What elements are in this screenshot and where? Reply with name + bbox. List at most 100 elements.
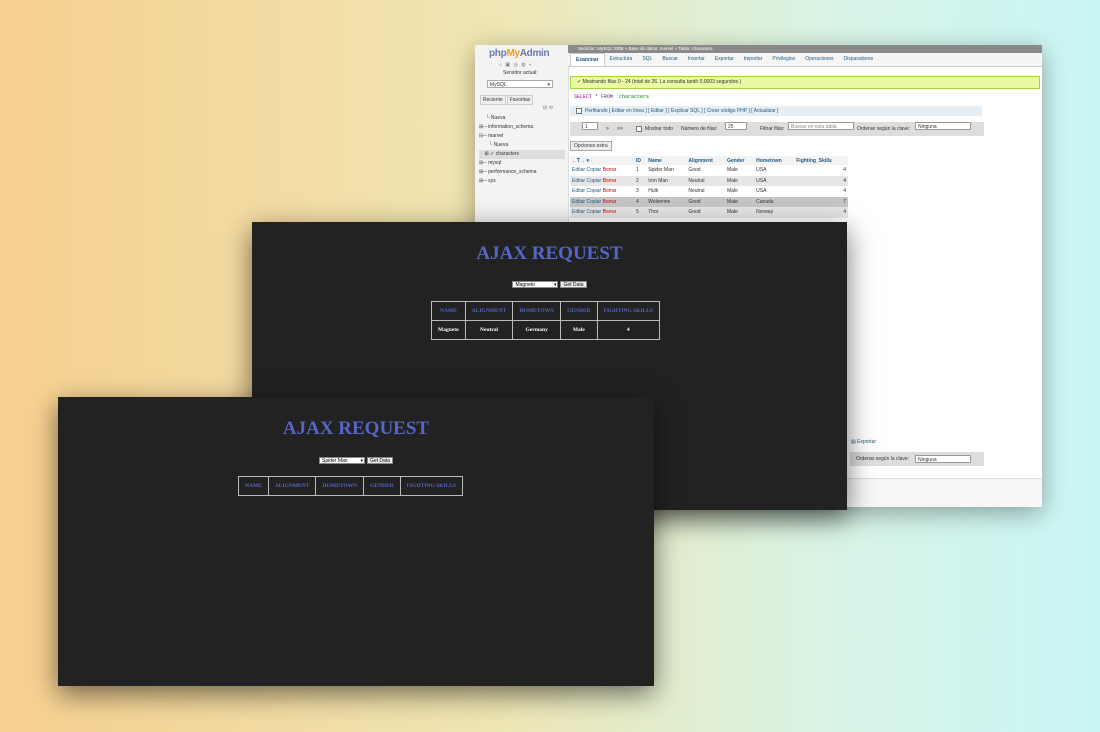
row-actions[interactable]: Editar Copiar Borrar	[570, 165, 634, 176]
tree-item[interactable]: ⊞─ performance_schema	[479, 168, 565, 177]
tree-item[interactable]: ⊞─ information_schema	[479, 123, 565, 132]
tree-item[interactable]: ⊞─ sys	[479, 177, 565, 186]
edit-link[interactable]: Editar	[572, 178, 585, 184]
cell-name: Iron Man	[646, 175, 687, 186]
tree-item[interactable]: └ Nueva	[479, 141, 565, 150]
sql-query[interactable]: SELECT * FROM `characters`	[574, 94, 652, 100]
collapse-icon[interactable]: ⊟ ⟲	[543, 105, 553, 111]
edit-link[interactable]: Editar	[572, 188, 585, 194]
copy-link[interactable]: Copiar	[586, 167, 601, 173]
copy-link[interactable]: Copiar	[586, 209, 601, 215]
col-alignment: ALIGNMENT	[267, 476, 317, 496]
tab-insertar[interactable]: Insertar	[683, 53, 710, 66]
order-label-bottom: Ordenar según la clave:	[856, 456, 910, 462]
row-actions[interactable]: Editar Copiar Borrar	[570, 186, 634, 197]
cell-name: Magneto	[431, 320, 466, 340]
copy-link[interactable]: Copiar	[586, 178, 601, 184]
col-hometown[interactable]: Hometown	[754, 156, 795, 165]
order-select[interactable]: Ninguna	[915, 122, 971, 130]
col-id[interactable]: ID	[634, 156, 647, 165]
cell-gender: Male	[724, 186, 755, 197]
col-fighting-skills: FIGHTING SKILLS	[399, 476, 464, 496]
next-page-button[interactable]: >	[606, 122, 609, 136]
cell-hometown: USA	[754, 175, 795, 186]
tab-buscar[interactable]: Buscar	[657, 53, 683, 66]
delete-link[interactable]: Borrar	[603, 188, 617, 194]
row-actions[interactable]: Editar Copiar Borrar	[570, 207, 634, 218]
logo-my: My	[506, 48, 520, 59]
table-row: Magneto Neutral Germany Male 4	[431, 320, 660, 340]
success-text: Mostrando filas 0 - 24 (total de 26. La …	[582, 79, 742, 85]
col-fighting-skills[interactable]: Fighting_Skills	[794, 156, 848, 165]
row-actions[interactable]: Editar Copiar Borrar	[570, 175, 634, 186]
tab-privilegios[interactable]: Privilegios	[767, 53, 800, 66]
cell-id: 4	[634, 196, 647, 207]
tab-recent[interactable]: Reciente	[480, 95, 506, 105]
get-data-button[interactable]: Get Data	[560, 281, 587, 288]
copy-link[interactable]: Copiar	[586, 199, 601, 205]
tree-item[interactable]: └ Nueva	[479, 114, 565, 123]
profiling-links[interactable]: Perfilando [ Editar en línea ] [ Editar …	[585, 108, 778, 114]
cell-gender: Male	[724, 207, 755, 218]
col-hometown: HOMETOWN	[512, 301, 562, 321]
tree-item[interactable]: ⊞─ mysql	[479, 159, 565, 168]
cell-hometown: Norway	[754, 207, 795, 218]
character-select[interactable]: Spider Man	[318, 457, 365, 465]
filter-input[interactable]: Buscar en esta tabla	[788, 122, 854, 130]
sql-keyword: SELECT	[574, 94, 593, 100]
tab-disparadores[interactable]: Disparadores	[839, 53, 879, 66]
checkbox[interactable]	[576, 107, 582, 114]
export-label: Exportar	[857, 439, 877, 445]
tab-operaciones[interactable]: Operaciones	[800, 53, 838, 66]
table-row: Editar Copiar Borrar 4 Wolverine Good Ma…	[570, 196, 848, 207]
get-data-button[interactable]: Get Data	[366, 457, 393, 464]
pma-logo[interactable]: phpMyAdmin	[489, 48, 550, 59]
col-name: NAME	[238, 476, 269, 496]
cell-id: 3	[634, 186, 647, 197]
edit-link[interactable]: Editar	[572, 199, 585, 205]
order-label: Ordenar según la clave:	[857, 126, 911, 132]
copy-link[interactable]: Copiar	[586, 188, 601, 194]
tab-estructura[interactable]: Estructura	[605, 53, 638, 66]
tree-item-characters[interactable]: ⊞ ✓ characters	[479, 150, 565, 159]
delete-link[interactable]: Borrar	[603, 199, 617, 205]
export-link[interactable]: ▤ Exportar	[851, 439, 876, 445]
cell-name: Spider Man	[646, 165, 687, 176]
select-all-header[interactable]: ←T→ ▾	[570, 156, 634, 165]
tab-importar[interactable]: Importar	[739, 53, 768, 66]
col-name: NAME	[431, 301, 466, 321]
row-actions[interactable]: Editar Copiar Borrar	[570, 196, 634, 207]
rows-select[interactable]: 25	[725, 122, 747, 130]
col-alignment[interactable]: Alignment	[686, 156, 725, 165]
query-controls: Spider ManGet Data	[58, 457, 654, 465]
edit-link[interactable]: Editar	[572, 209, 585, 215]
sql-table: `characters`	[616, 94, 653, 100]
tab-exportar[interactable]: Exportar	[710, 53, 739, 66]
last-page-button[interactable]: >>	[617, 122, 623, 136]
character-select[interactable]: Magneto	[512, 281, 559, 289]
edit-link[interactable]: Editar	[572, 167, 585, 173]
server-label: Servidor actual:	[503, 70, 538, 76]
tab-sql[interactable]: SQL	[637, 53, 657, 66]
page-title: AJAX REQUEST	[476, 243, 623, 264]
server-select[interactable]: MySQL	[487, 80, 553, 89]
tab-favorites[interactable]: Favoritas	[506, 95, 534, 105]
rows-label: Número de filas:	[681, 126, 718, 132]
tab-examinar[interactable]: Examinar	[570, 53, 605, 66]
home-icon[interactable]: ⌂ ▣ ◎ ◍ ◐	[499, 62, 533, 68]
page-select[interactable]: 1	[582, 122, 598, 130]
delete-link[interactable]: Borrar	[603, 167, 617, 173]
col-name[interactable]: Name	[646, 156, 687, 165]
delete-link[interactable]: Borrar	[603, 178, 617, 184]
show-all-checkbox[interactable]	[636, 126, 642, 132]
col-hometown: HOMETOWN	[315, 476, 365, 496]
logo-admin: Admin	[519, 48, 550, 59]
cell-alignment: Good	[686, 196, 725, 207]
extra-options-button[interactable]: Opciones extra	[570, 141, 612, 151]
tree-item[interactable]: ⊟─ marvel	[479, 132, 565, 141]
delete-link[interactable]: Borrar	[603, 209, 617, 215]
profiling-bar[interactable]: Perfilando [ Editar en línea ] [ Editar …	[570, 106, 982, 116]
col-gender[interactable]: Gender	[724, 156, 755, 165]
order-select-bottom[interactable]: Ninguna	[915, 455, 971, 463]
cell-gender: Male	[724, 196, 755, 207]
